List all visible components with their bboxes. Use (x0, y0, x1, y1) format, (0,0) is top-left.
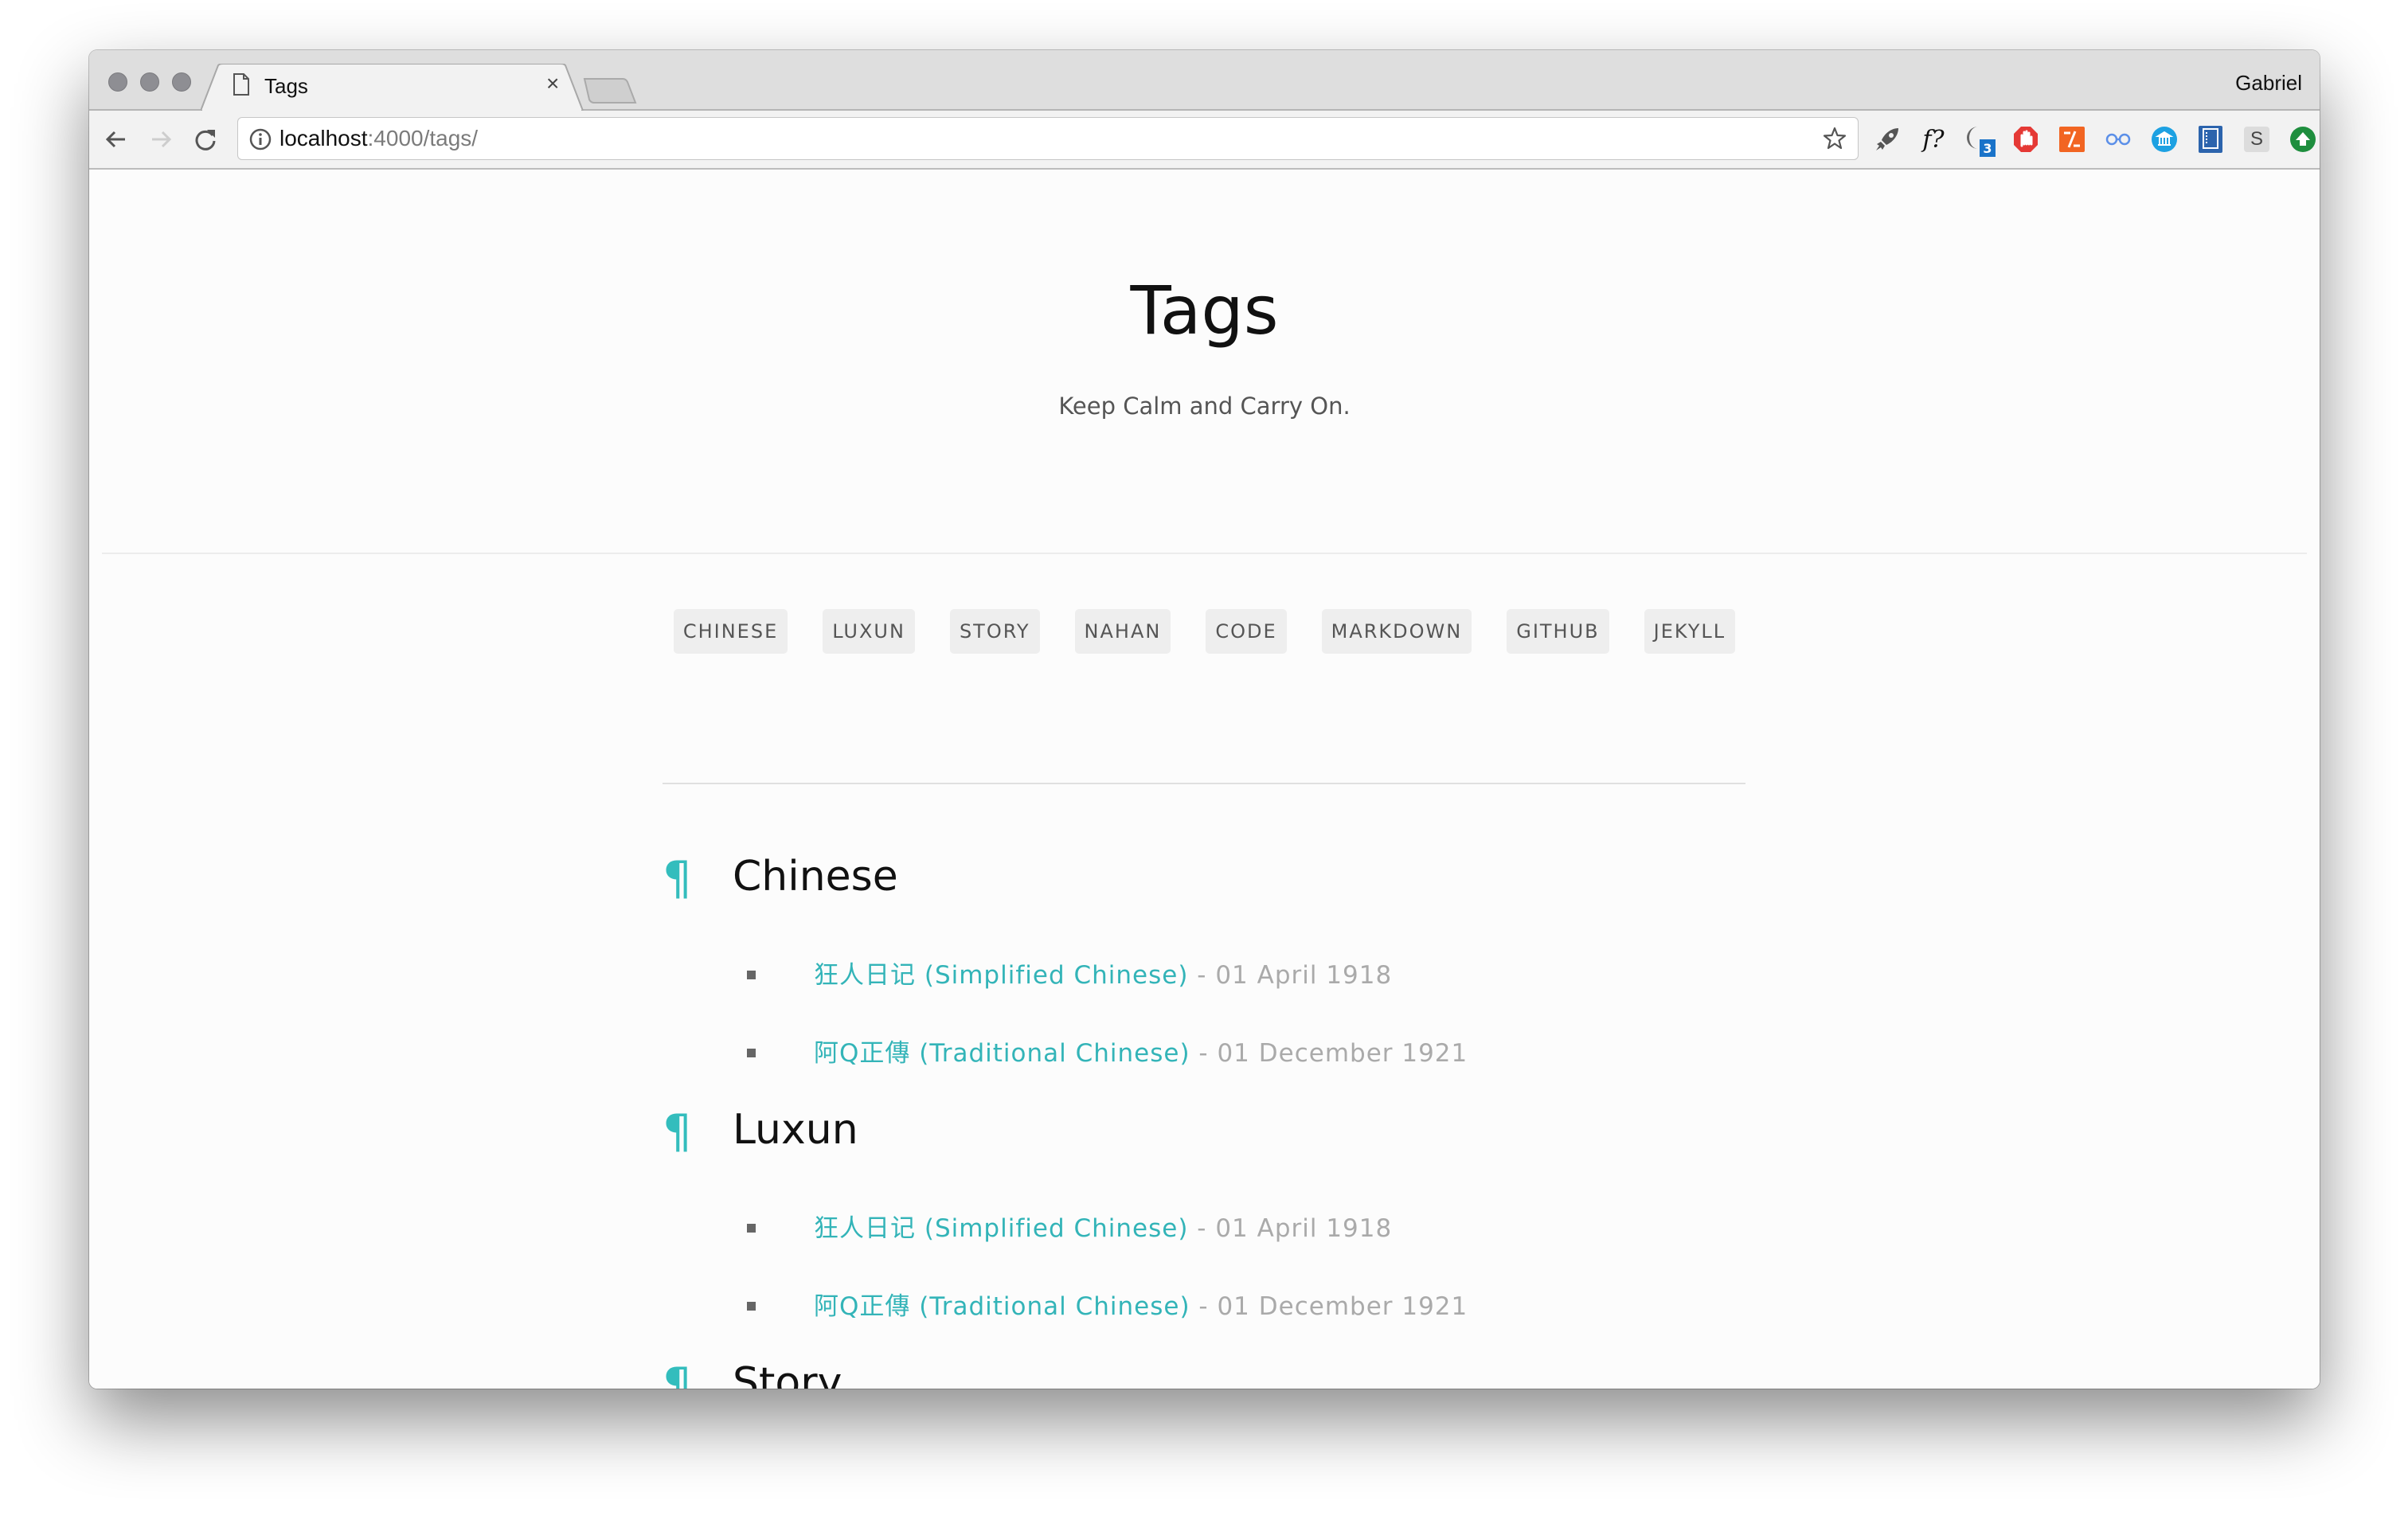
post-link[interactable]: 阿Q正傳 (Traditional Chinese) (814, 1292, 1190, 1321)
tag-story[interactable]: STORY (949, 609, 1040, 654)
anchor-pilcrow-icon[interactable]: ¶ (663, 1358, 692, 1389)
post-link[interactable]: 狂人日记 (Simplified Chinese) (814, 961, 1188, 990)
s-extension-icon[interactable]: S (2241, 123, 2273, 155)
post-date: - 01 December 1921 (1190, 1292, 1468, 1321)
section-title: Story (733, 1359, 842, 1389)
bank-extension-icon[interactable] (2148, 123, 2180, 155)
moon-extension-icon[interactable]: 3 (1964, 123, 1996, 157)
post-link[interactable]: 阿Q正傳 (Traditional Chinese) (814, 1039, 1190, 1068)
page-content: Tags Keep Calm and Carry On. CHINESE LUX… (89, 170, 2320, 1389)
tag-cloud: CHINESE LUXUN STORY NAHAN CODE MARKDOWN … (89, 609, 2320, 654)
tab-close-icon[interactable]: × (546, 71, 559, 96)
fquestion-extension-icon[interactable]: f? (1917, 123, 1949, 155)
bullet-icon (747, 1302, 756, 1311)
upload-extension-icon[interactable] (2287, 123, 2319, 155)
tag-code[interactable]: CODE (1206, 609, 1287, 654)
reload-icon (195, 130, 216, 150)
browser-window: Tags × Gabriel localhost:4000/tags/ f? 3… (89, 50, 2320, 1389)
tag-section-chinese: ¶ Chinese 狂人日记 (Simplified Chinese) - 01… (663, 851, 1745, 1095)
arrow-left-icon (105, 131, 125, 148)
minimize-window-button[interactable] (140, 72, 159, 92)
url-text[interactable]: localhost:4000/tags/ (280, 126, 478, 151)
forward-button[interactable] (145, 123, 177, 155)
section-heading: ¶ Story (663, 1358, 1745, 1389)
arrow-right-icon (152, 131, 172, 148)
section-title: Luxun (733, 1106, 858, 1154)
tab-title: Tags (264, 74, 308, 98)
post-date: - 01 December 1921 (1190, 1039, 1468, 1068)
page-title: Tags (1130, 272, 1279, 350)
post-date: - 01 April 1918 (1188, 961, 1393, 990)
adblock-extension-icon[interactable] (2010, 123, 2042, 155)
tags-divider (663, 783, 1745, 784)
toolbar: localhost:4000/tags/ f? 3 S (89, 111, 2320, 170)
extension-badge: 3 (1980, 139, 1996, 157)
header-divider (102, 553, 2307, 554)
tag-section-story: ¶ Story (663, 1358, 1745, 1389)
post-link[interactable]: 狂人日记 (Simplified Chinese) (814, 1214, 1188, 1243)
list-item: 阿Q正傳 (Traditional Chinese) - 01 December… (663, 1017, 1745, 1095)
reload-button[interactable] (190, 123, 221, 155)
tag-chinese[interactable]: CHINESE (673, 609, 788, 654)
close-window-button[interactable] (108, 72, 127, 92)
tab-strip: Tags × Gabriel (89, 50, 2320, 111)
tag-jekyll[interactable]: JEKYLL (1644, 609, 1736, 654)
section-heading: ¶ Luxun (663, 1104, 1745, 1170)
anchor-pilcrow-icon[interactable]: ¶ (663, 851, 692, 905)
post-date: - 01 April 1918 (1188, 1214, 1393, 1243)
code-extension-icon[interactable] (2056, 123, 2088, 155)
rocket-extension-icon[interactable] (1871, 123, 1903, 155)
section-title: Chinese (733, 853, 898, 901)
tab-active[interactable] (201, 64, 599, 111)
section-heading: ¶ Chinese (663, 851, 1745, 916)
bookmark-star-icon[interactable] (1823, 127, 1847, 150)
tag-nahan[interactable]: NAHAN (1074, 609, 1171, 654)
list-item: 阿Q正傳 (Traditional Chinese) - 01 December… (663, 1270, 1745, 1348)
list-item: 狂人日记 (Simplified Chinese) - 01 April 191… (663, 1192, 1745, 1270)
profile-name[interactable]: Gabriel (2235, 71, 2302, 96)
bullet-icon (747, 1049, 756, 1057)
zoom-window-button[interactable] (172, 72, 191, 92)
tag-github[interactable]: GITHUB (1507, 609, 1609, 654)
page-subtitle: Keep Calm and Carry On. (1058, 393, 1351, 420)
page-icon (233, 73, 249, 96)
tag-section-luxun: ¶ Luxun 狂人日记 (Simplified Chinese) - 01 A… (663, 1104, 1745, 1348)
address-bar[interactable]: localhost:4000/tags/ (237, 117, 1859, 160)
list-item: 狂人日记 (Simplified Chinese) - 01 April 191… (663, 939, 1745, 1017)
info-icon[interactable] (249, 128, 272, 150)
back-button[interactable] (100, 123, 132, 155)
notebook-extension-icon[interactable] (2195, 123, 2226, 155)
glasses-extension-icon[interactable] (2102, 123, 2134, 155)
bullet-icon (747, 971, 756, 979)
bullet-icon (747, 1224, 756, 1233)
new-tab-button[interactable] (583, 77, 639, 106)
anchor-pilcrow-icon[interactable]: ¶ (663, 1104, 692, 1158)
tag-luxun[interactable]: LUXUN (823, 609, 915, 654)
tag-markdown[interactable]: MARKDOWN (1321, 609, 1472, 654)
